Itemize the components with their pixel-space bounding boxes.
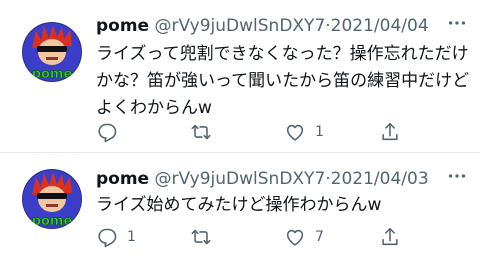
tweet-text: ライズ始めてみたけど操作わからんw xyxy=(96,195,382,215)
svg-text:pome: pome xyxy=(32,67,73,82)
retweet-icon xyxy=(190,121,212,143)
reply-icon xyxy=(96,226,118,248)
share-button[interactable] xyxy=(379,225,410,249)
tweet-header: pome @rVy9juDwlSnDXY7·2021/04/03 xyxy=(96,165,429,193)
share-icon xyxy=(379,121,401,143)
reply-icon xyxy=(96,121,118,143)
more-options-icon[interactable] xyxy=(446,165,468,193)
tweet-actions: 1 7 xyxy=(96,225,472,249)
avatar[interactable]: pome xyxy=(22,169,82,229)
reply-button[interactable] xyxy=(96,120,127,144)
author-name[interactable]: pome xyxy=(96,169,149,189)
tweet-feed: pome pome @rVy9juDwlSnDXY7·2021/04/04 ライ… xyxy=(0,0,480,261)
like-count: 7 xyxy=(315,229,324,245)
retweet-button[interactable] xyxy=(190,225,221,249)
tweet[interactable]: pome pome @rVy9juDwlSnDXY7·2021/04/03 ライ… xyxy=(0,153,480,261)
tweet-text: ライズって兜割できなくなった？操作忘れただけかな？笛が強いって聞いたから笛の練習… xyxy=(96,44,470,118)
like-button[interactable]: 1 xyxy=(284,120,324,144)
reply-button[interactable]: 1 xyxy=(96,225,136,249)
tweet-header: pome @rVy9juDwlSnDXY7·2021/04/04 xyxy=(96,12,429,40)
heart-icon xyxy=(284,121,306,143)
tweet[interactable]: pome pome @rVy9juDwlSnDXY7·2021/04/04 ライ… xyxy=(0,0,480,152)
share-icon xyxy=(379,226,401,248)
like-count: 1 xyxy=(315,124,324,140)
tweet-date[interactable]: 2021/04/04 xyxy=(331,16,429,36)
reply-count: 1 xyxy=(127,229,136,245)
tweet-actions: 1 xyxy=(96,120,472,144)
retweet-icon xyxy=(190,226,212,248)
author-handle[interactable]: @rVy9juDwlSnDXY7 xyxy=(155,169,326,189)
svg-text:pome: pome xyxy=(32,214,73,229)
avatar[interactable]: pome xyxy=(22,22,82,82)
share-button[interactable] xyxy=(379,120,410,144)
heart-icon xyxy=(284,226,306,248)
author-handle[interactable]: @rVy9juDwlSnDXY7 xyxy=(155,16,326,36)
tweet-date[interactable]: 2021/04/03 xyxy=(331,169,429,189)
author-name[interactable]: pome xyxy=(96,16,149,36)
like-button[interactable]: 7 xyxy=(284,225,324,249)
retweet-button[interactable] xyxy=(190,120,221,144)
more-options-icon[interactable] xyxy=(446,12,468,40)
